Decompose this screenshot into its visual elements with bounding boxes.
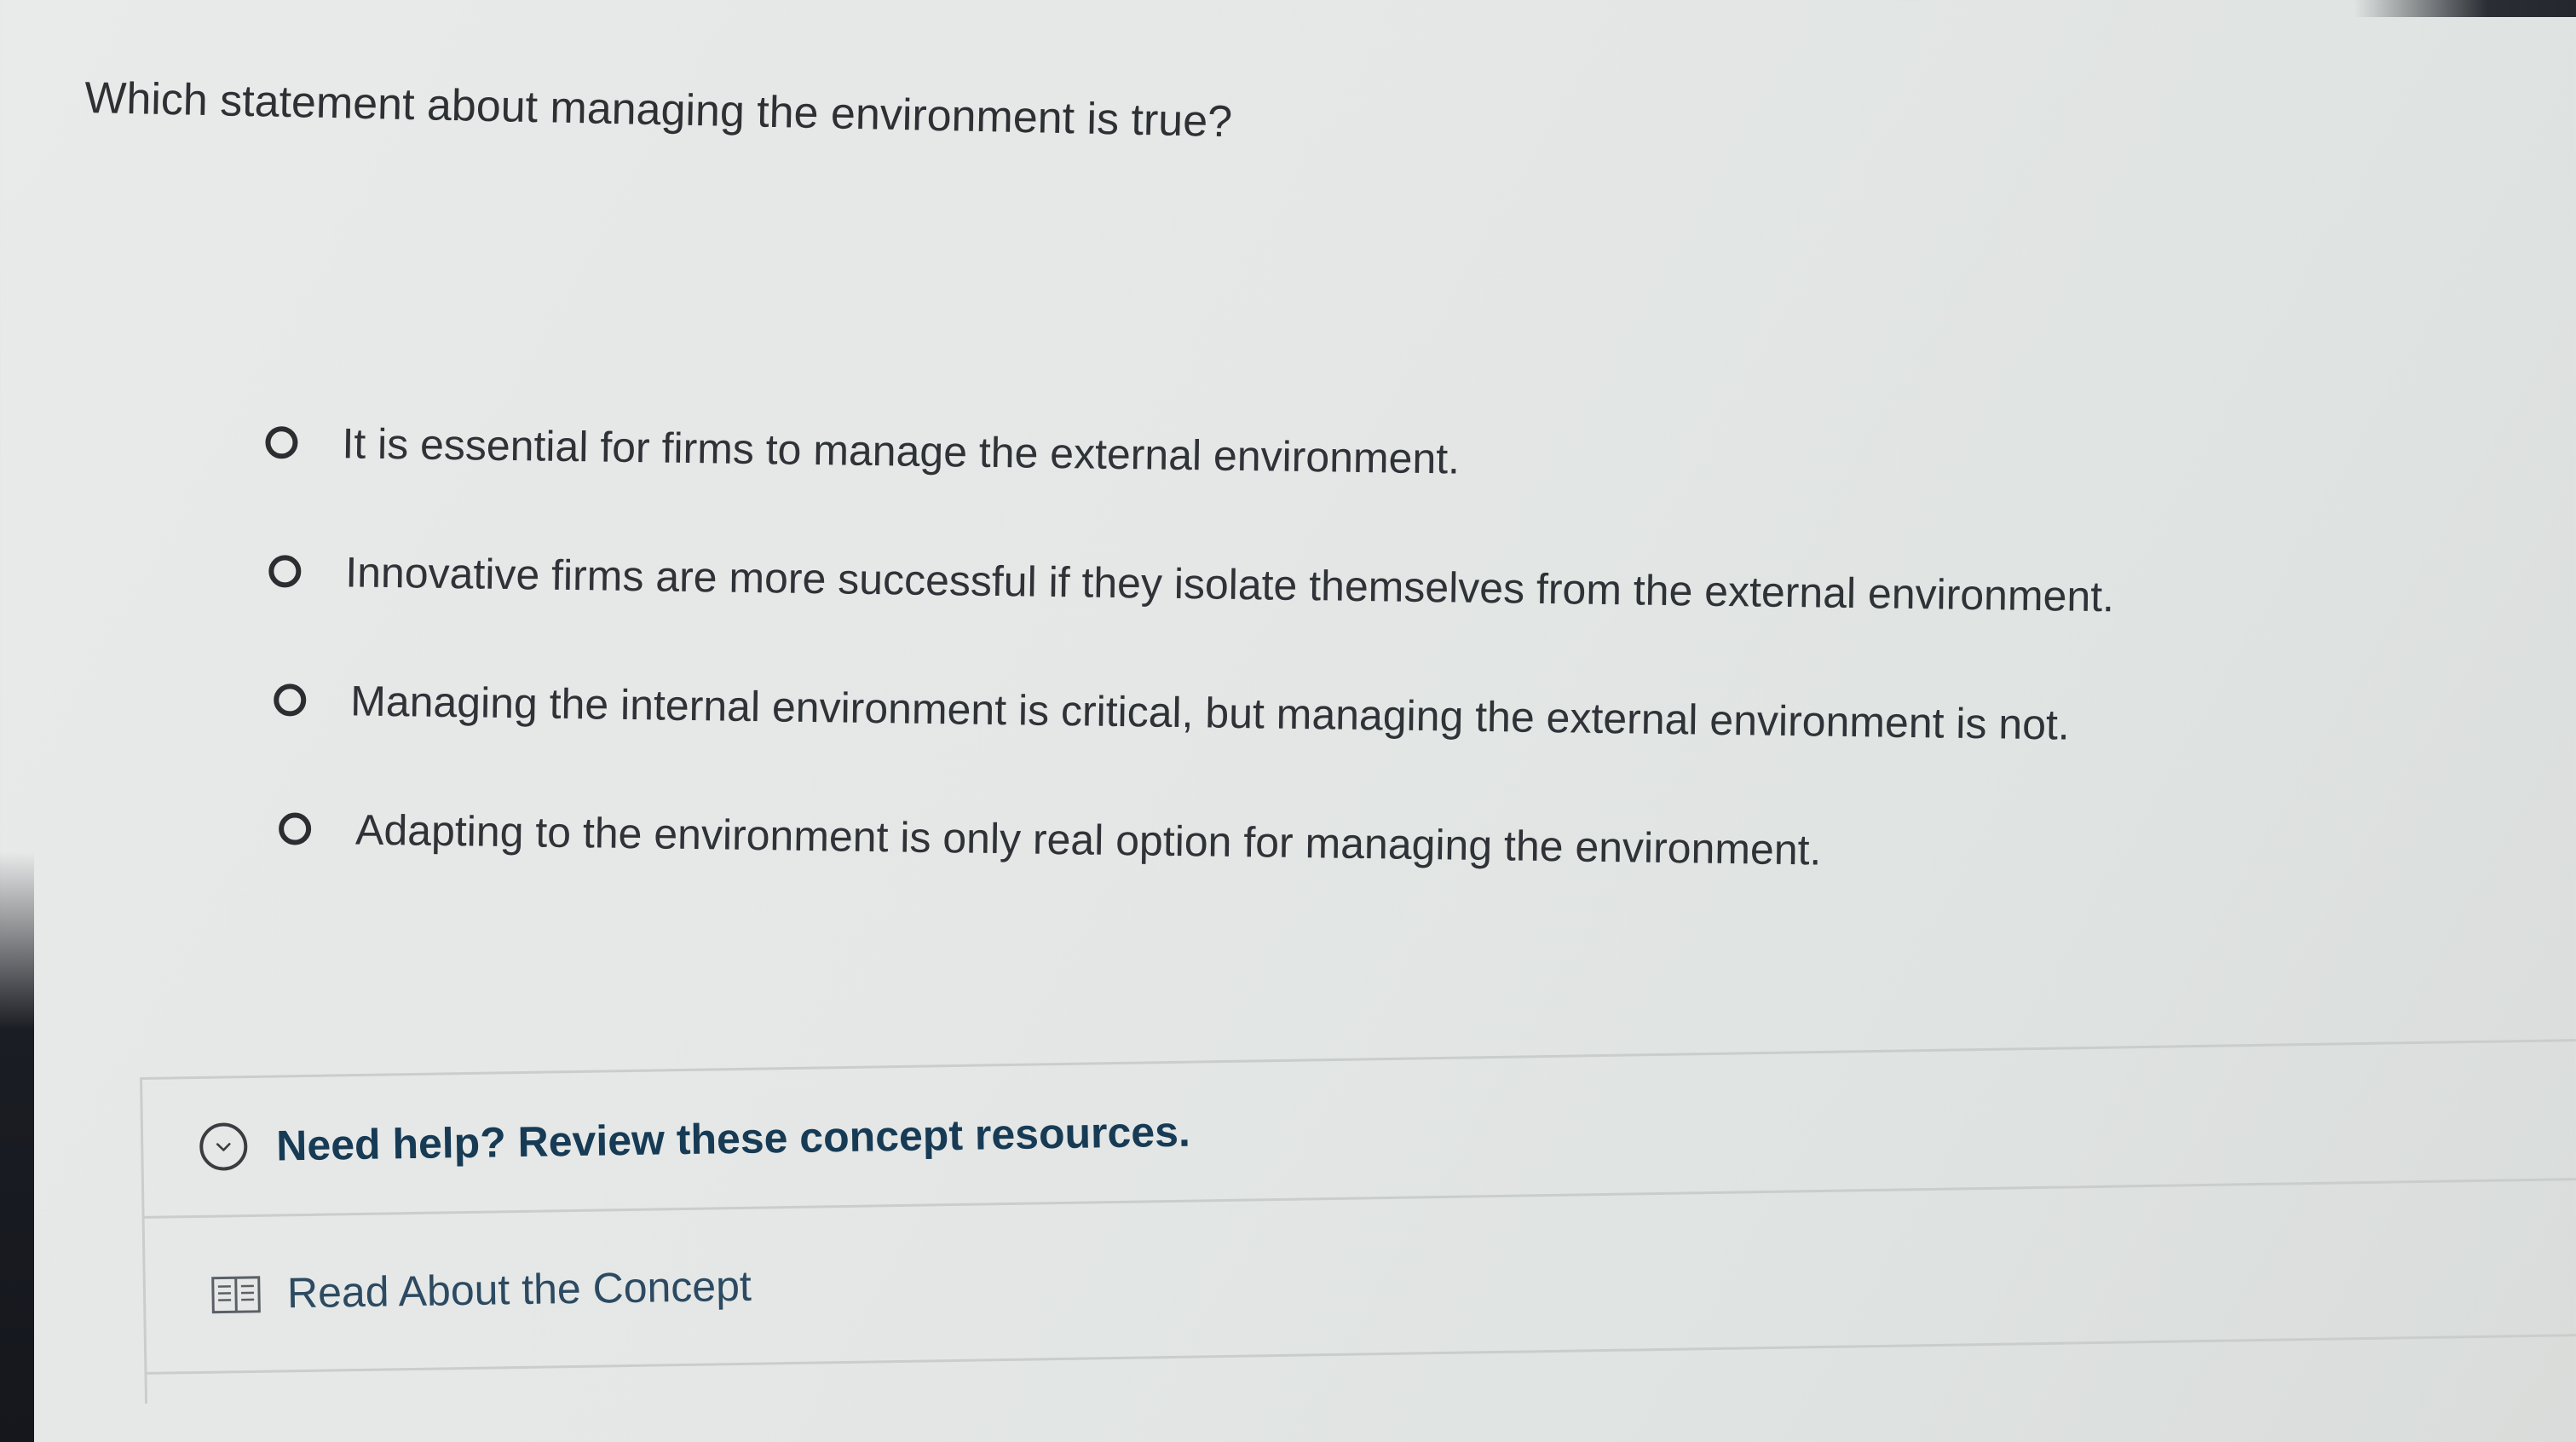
chevron-down-circle-icon[interactable] [199,1122,248,1171]
radio-button-icon[interactable] [268,555,302,588]
radio-button-icon[interactable] [278,812,312,845]
screen-left-edge [0,852,34,1442]
help-title: Need help? Review these concept resource… [275,1107,1191,1170]
answer-option-label: It is essential for firms to manage the … [342,419,1461,483]
answer-option-label: Managing the internal environment is cri… [349,677,2071,749]
concept-resources-panel: Need help? Review these concept resource… [140,1038,2576,1404]
radio-button-icon[interactable] [265,425,298,459]
answer-options: It is essential for firms to manage the … [259,409,2117,949]
radio-button-icon[interactable] [273,684,307,717]
answer-option-label: Adapting to the environment is only real… [354,805,1822,874]
answer-option-2[interactable]: Innovative firms are more successful if … [268,538,2115,630]
book-icon [210,1272,262,1316]
answer-option-1[interactable]: It is essential for firms to manage the … [265,409,2117,501]
answer-option-4[interactable]: Adapting to the environment is only real… [278,795,2112,887]
answer-option-3[interactable]: Managing the internal environment is cri… [273,666,2113,758]
question-prompt: Which statement about managing the envir… [84,72,1233,147]
resource-label: Read About the Concept [286,1261,752,1318]
answer-option-label: Innovative firms are more successful if … [344,548,2115,621]
screen-top-edge [2354,0,2576,17]
